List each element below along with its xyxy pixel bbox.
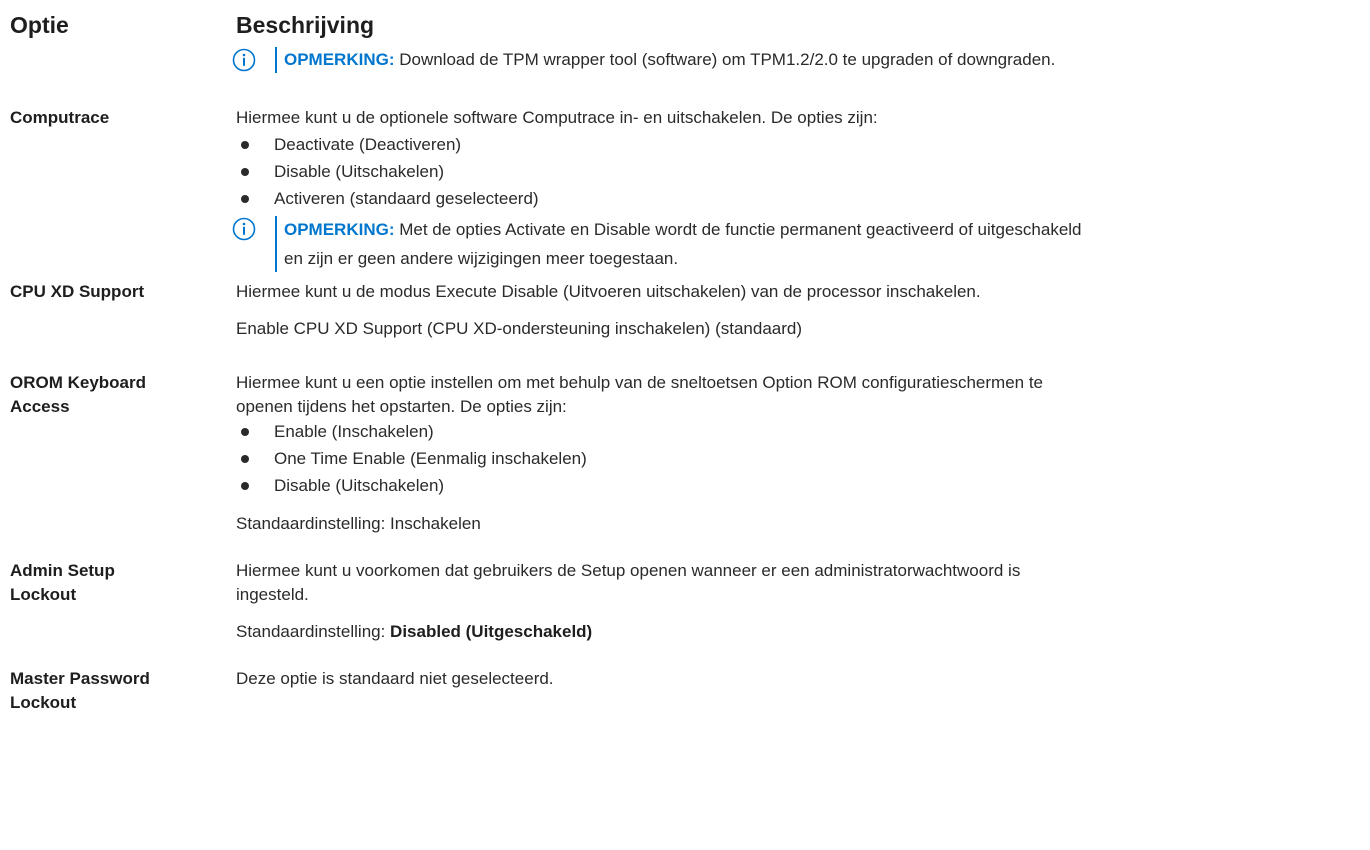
cpu-xd-default: Enable CPU XD Support (CPU XD-ondersteun… <box>236 319 803 338</box>
note-text: en zijn er geen andere wijzigingen meer … <box>284 249 679 268</box>
computrace-intro: Hiermee kunt u de optionele software Com… <box>236 108 878 127</box>
list-item: Disable (Uitschakelen) <box>236 474 1365 498</box>
option-label: Admin Setup Lockout <box>10 561 115 604</box>
orom-row: OROM Keyboard Access Hiermee kunt u een … <box>10 371 1365 561</box>
cpu-xd-description: Hiermee kunt u de modus Execute Disable … <box>236 282 981 301</box>
info-circle-icon <box>232 48 256 72</box>
orom-default: Standaardinstelling: Inschakelen <box>236 514 481 533</box>
option-label: Computrace <box>10 108 110 127</box>
bullet-dot-icon <box>241 482 249 490</box>
info-circle-icon <box>232 217 256 241</box>
note-bar <box>275 47 277 73</box>
admin-lockout-row: Admin Setup Lockout Hiermee kunt u voork… <box>10 559 1365 667</box>
orom-description: Hiermee kunt u een optie instellen om me… <box>236 373 1044 416</box>
orom-options: Enable (Inschakelen) One Time Enable (Ee… <box>236 420 1365 498</box>
tpm-note: OPMERKING: Download de TPM wrapper tool … <box>232 46 1365 74</box>
cpu-xd-row: CPU XD Support Hiermee kunt u de modus E… <box>10 280 1365 371</box>
computrace-options: Deactivate (Deactiveren) Disable (Uitsch… <box>236 133 1365 211</box>
bullet-dot-icon <box>241 141 249 149</box>
header-option: Optie <box>10 12 69 38</box>
default-value: Disabled (Uitgeschakeld) <box>390 622 593 641</box>
option-label: OROM Keyboard Access <box>10 373 147 416</box>
tpm-note-row: OPMERKING: Download de TPM wrapper tool … <box>10 46 1365 106</box>
bullet-dot-icon <box>241 455 249 463</box>
header-description: Beschrijving <box>236 12 375 38</box>
option-label: Master Password Lockout <box>10 669 150 712</box>
master-lockout-description: Deze optie is standaard niet geselecteer… <box>236 669 554 688</box>
list-item: One Time Enable (Eenmalig inschakelen) <box>236 447 1365 471</box>
bullet-dot-icon <box>241 195 249 203</box>
note-text: Download de TPM wrapper tool (software) … <box>394 50 1056 69</box>
note-text: Met de opties Activate en Disable wordt … <box>394 220 1082 239</box>
list-item: Deactivate (Deactiveren) <box>236 133 1365 157</box>
master-lockout-row: Master Password Lockout Deze optie is st… <box>10 667 1365 727</box>
note-bar <box>275 216 277 272</box>
option-label: CPU XD Support <box>10 282 145 301</box>
note-label: OPMERKING: <box>284 50 395 69</box>
list-item: Disable (Uitschakelen) <box>236 160 1365 184</box>
list-item: Enable (Inschakelen) <box>236 420 1365 444</box>
computrace-row: Computrace Hiermee kunt u de optionele s… <box>10 106 1365 281</box>
list-item: Activeren (standaard geselecteerd) <box>236 187 1365 211</box>
settings-table: Optie Beschrijving OPMERKING: Download d… <box>10 0 1365 727</box>
admin-lockout-description: Hiermee kunt u voorkomen dat gebruikers … <box>236 561 1021 604</box>
bullet-dot-icon <box>241 428 249 436</box>
bullet-dot-icon <box>241 168 249 176</box>
note-label: OPMERKING: <box>284 220 395 239</box>
admin-lockout-default: Standaardinstelling: Disabled (Uitgescha… <box>236 622 593 641</box>
computrace-note: OPMERKING: Met de opties Activate en Dis… <box>232 215 1365 273</box>
